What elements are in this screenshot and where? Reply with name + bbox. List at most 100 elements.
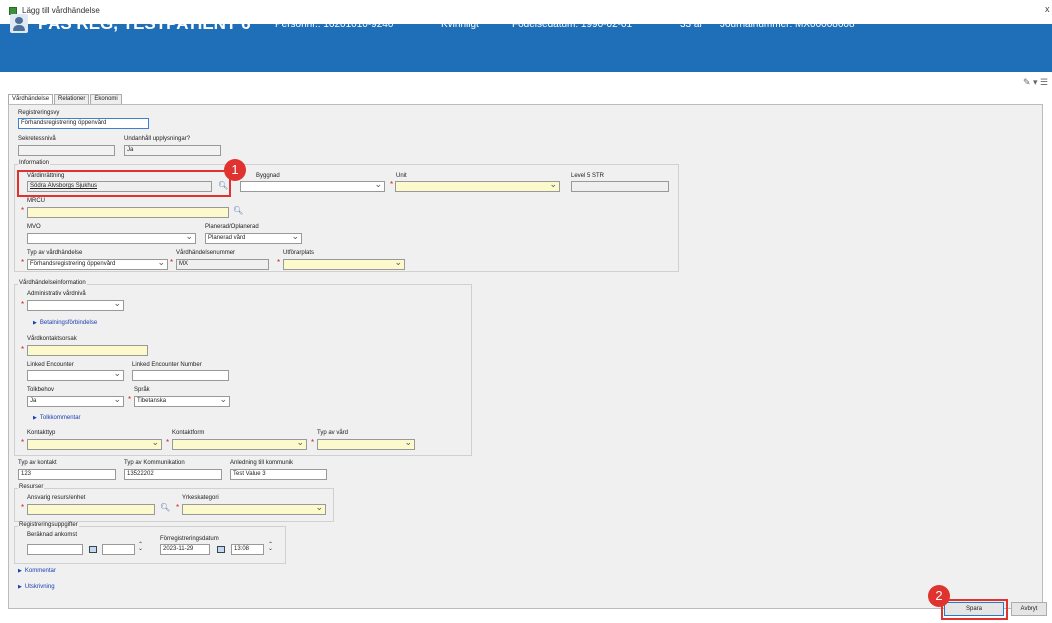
foregistrering-date-field[interactable]: 2023-11-29 [160, 544, 210, 555]
unit-required-star: * [390, 180, 394, 189]
expand-icon: ▶ [18, 568, 22, 574]
beraknad-time-field[interactable] [102, 544, 135, 555]
yrkeskategori-label: Yrkeskategori [182, 495, 219, 501]
planerad-label: Planerad/Oplanerad [205, 224, 259, 230]
linked-encounter-number-field[interactable] [132, 370, 229, 381]
utskrivning-link[interactable]: ▶ Utskrivning [18, 584, 55, 590]
expand-icon: ▶ [33, 415, 37, 421]
utskrivning-link-text: Utskrivning [24, 584, 55, 590]
avbryt-button[interactable]: Avbryt [1011, 602, 1047, 616]
planerad-dropdown[interactable]: Planerad vård [205, 233, 302, 244]
yrkeskategori-dropdown[interactable] [182, 504, 326, 515]
registreringsuppgifter-legend: Registreringsuppgifter [18, 522, 79, 528]
calendar-icon[interactable] [217, 546, 225, 553]
time-spinner-icon[interactable]: ⌃ ⌄ [268, 542, 273, 552]
betalning-link-text: Betalningsförbindelse [39, 320, 98, 326]
tolkkommentar-link-text: Tolkkommentar [39, 415, 81, 421]
typ-vard-label: Typ av vård [317, 430, 349, 436]
patient-personnr: Personnr.: 16201010-9240 [275, 19, 394, 30]
resurser-legend: Resurser [18, 484, 45, 490]
kontaktform-dropdown[interactable] [172, 439, 307, 450]
sprak-label: Språk [134, 387, 150, 393]
utforarplats-required-star: * [277, 258, 281, 267]
close-icon[interactable]: x [1045, 4, 1050, 14]
mvo-dropdown[interactable] [27, 233, 196, 244]
patient-gender: Kvinnligt [441, 19, 479, 30]
typ-kontakt-field[interactable]: 123 [18, 469, 116, 480]
unit-dropdown[interactable] [395, 181, 560, 192]
sekretess-field[interactable] [18, 145, 115, 156]
anledning-field[interactable]: Test Value 3 [230, 469, 327, 480]
admin-niva-required-star: * [21, 300, 25, 309]
foregistrering-time-field[interactable]: 13:08 [231, 544, 264, 555]
vardhandelsenummer-required-star: * [170, 258, 174, 267]
patient-age: 33 år [680, 19, 703, 30]
admin-niva-label: Administrativ vårdnivå [27, 291, 86, 297]
yrkeskategori-required-star: * [176, 503, 180, 512]
kontakttyp-dropdown[interactable] [27, 439, 162, 450]
kontakttyp-required-star: * [21, 438, 25, 447]
linked-encounter-number-label: Linked Encounter Number [132, 362, 202, 368]
patient-journal-number: Journalnummer: MX00008608 [720, 19, 855, 30]
expand-icon: ▶ [18, 584, 22, 590]
beraknad-label: Beräknad ankomst [27, 532, 78, 538]
typ-vardhandelse-label: Typ av vårdhändelse [27, 250, 83, 256]
vardhandelseinfo-legend: Vårdhändelseinformation [18, 280, 87, 286]
patient-name: PAS REG, TESTPATIENT 6 [38, 14, 251, 33]
typ-kontakt-label: Typ av kontakt [18, 460, 57, 466]
utforarplats-dropdown[interactable] [283, 259, 405, 270]
ansvarig-search-icon[interactable]: 🔍︎ [160, 503, 170, 512]
patient-birthdate: Födelsedatum: 1990-02-01 [512, 19, 633, 30]
typ-vard-dropdown[interactable] [317, 439, 415, 450]
ansvarig-required-star: * [21, 503, 25, 512]
ansvarig-label: Ansvarig resurs/enhet [27, 495, 86, 501]
kommentar-link[interactable]: ▶ Kommentar [18, 568, 56, 574]
linked-encounter-label: Linked Encounter [27, 362, 74, 368]
typ-vardhandelse-required-star: * [21, 258, 25, 267]
tools-menu-icon[interactable]: ✎ ▾ ☰ [1023, 77, 1048, 88]
kommentar-link-text: Kommentar [24, 568, 56, 574]
betalning-link[interactable]: ▶ Betalningsförbindelse [33, 320, 97, 326]
kontaktorsak-field[interactable] [27, 345, 148, 356]
kontaktorsak-required-star: * [21, 345, 25, 354]
linked-encounter-dropdown[interactable] [27, 370, 124, 381]
tolkbehov-dropdown[interactable]: Ja [27, 396, 124, 407]
mrcu-field[interactable] [27, 207, 229, 218]
expand-icon: ▶ [33, 320, 37, 326]
level5-label: Level 5 STR [571, 173, 605, 179]
sprak-required-star: * [128, 395, 132, 404]
typ-kommunikation-label: Typ av Kommunikation [124, 460, 185, 466]
callout-2: 2 [928, 585, 950, 607]
admin-niva-dropdown[interactable] [27, 300, 124, 311]
typ-vardhandelse-dropdown[interactable]: Förhandsregistrering öppenvård [27, 259, 168, 270]
byggnad-dropdown[interactable] [240, 181, 385, 192]
unit-label: Unit [396, 173, 407, 179]
callout-1: 1 [224, 159, 246, 181]
typ-vard-required-star: * [311, 438, 315, 447]
time-spinner-icon[interactable]: ⌃ ⌄ [138, 542, 143, 552]
beraknad-date-field[interactable] [27, 544, 83, 555]
anledning-label: Anledning till kommunik [230, 460, 294, 466]
registreringsvy-field[interactable]: Förhandsregistrering öppenvård [18, 118, 149, 129]
ansvarig-field[interactable] [27, 504, 155, 515]
mrcu-label: MRCU [27, 198, 45, 204]
kontaktform-label: Kontaktform [172, 430, 205, 436]
foregistrering-label: Förregistreringsdatum [160, 536, 219, 542]
registreringsvy-label: Registreringsvy [18, 110, 60, 116]
calendar-icon[interactable] [89, 546, 97, 553]
kontakttyp-label: Kontakttyp [27, 430, 56, 436]
highlight-box-1 [17, 170, 231, 197]
sprak-dropdown[interactable]: Tibetanska [134, 396, 230, 407]
tolkkommentar-link[interactable]: ▶ Tolkkommentar [33, 415, 81, 421]
undanhall-field[interactable]: Ja [124, 145, 221, 156]
level5-field[interactable] [571, 181, 669, 192]
mrcu-search-icon[interactable]: 🔍︎ [233, 206, 243, 215]
byggnad-label: Byggnad [256, 173, 280, 179]
kontaktform-required-star: * [166, 438, 170, 447]
kontaktorsak-label: Vårdkontaktsorsak [27, 336, 77, 342]
sekretess-label: Sekretessnivå [18, 136, 56, 142]
vardhandelsenummer-field[interactable]: MX [176, 259, 269, 270]
typ-kommunikation-field[interactable]: 13522202 [124, 469, 222, 480]
tolkbehov-label: Tolkbehov [27, 387, 55, 393]
undanhall-label: Undanhåll upplysningar? [124, 136, 191, 142]
